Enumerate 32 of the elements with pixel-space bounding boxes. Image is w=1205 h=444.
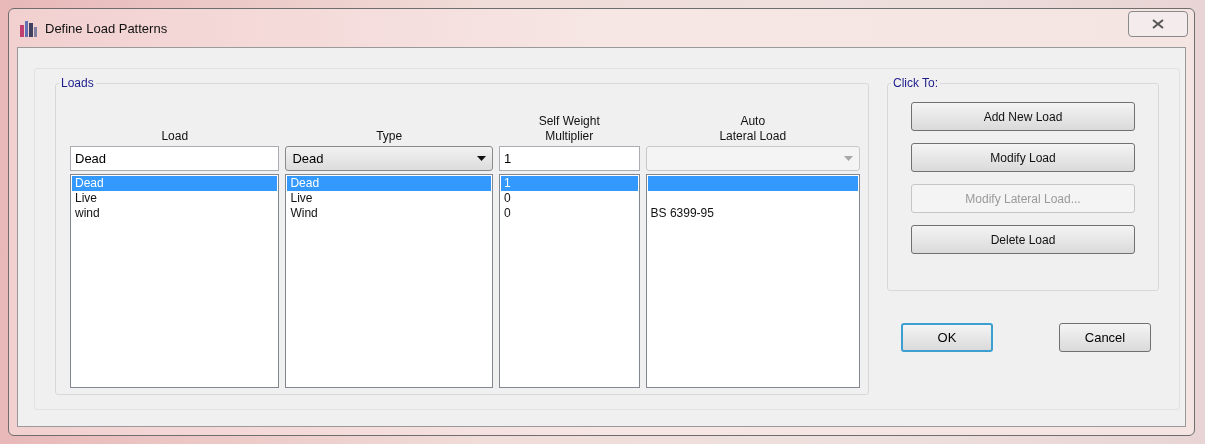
dialog-button[interactable]: Cancel: [1059, 323, 1151, 352]
group-label: Click To:: [891, 76, 941, 90]
dialog-button[interactable]: OK: [901, 323, 993, 352]
column-header: Auto Lateral Load: [718, 113, 788, 145]
window-title: Define Load Patterns: [45, 20, 169, 36]
list-item[interactable]: Wind: [287, 206, 491, 221]
action-button[interactable]: Add New Load: [911, 102, 1135, 131]
list-item[interactable]: [647, 176, 858, 191]
multiplier-field[interactable]: 1: [498, 146, 640, 171]
list-box[interactable]: Dead Live wind: [70, 174, 280, 388]
action-button[interactable]: Modify Load: [911, 143, 1135, 172]
list-box[interactable]: 1 0 0: [498, 174, 640, 388]
list-box[interactable]: BS 6399-95: [645, 174, 860, 388]
type-dropdown[interactable]: Dead: [285, 146, 493, 171]
action-button[interactable]: Delete Load: [911, 225, 1135, 254]
column-header: Load: [160, 128, 190, 145]
column-header: Self Weight Multiplier: [537, 113, 601, 145]
list-box[interactable]: Dead Live Wind: [285, 174, 493, 388]
dropdown-caret-icon: [844, 156, 853, 161]
close-button[interactable]: [1128, 11, 1188, 37]
list-item[interactable]: Live: [72, 191, 278, 206]
group-label: Loads: [59, 76, 96, 90]
close-icon: [1152, 19, 1164, 29]
list-item[interactable]: wind: [72, 206, 278, 221]
list-item[interactable]: 0: [500, 206, 638, 221]
list-item[interactable]: BS 6399-95: [647, 206, 858, 221]
list-item[interactable]: 0: [500, 191, 638, 206]
dropdown-caret-icon: [476, 156, 486, 161]
app-icon: [19, 19, 39, 37]
load-name-field[interactable]: Dead: [70, 146, 280, 171]
list-item[interactable]: Live: [287, 191, 491, 206]
column-header: Type: [375, 128, 404, 145]
